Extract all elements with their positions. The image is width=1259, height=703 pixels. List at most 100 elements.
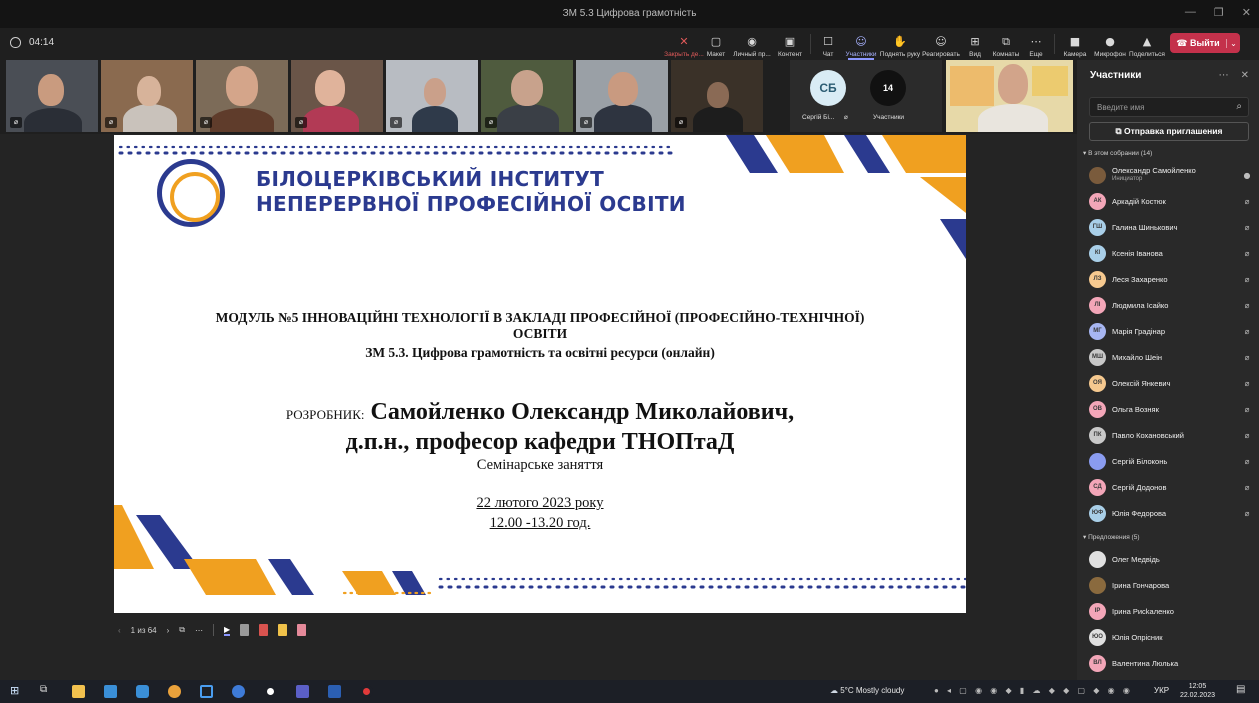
- video-tile[interactable]: ⌀: [386, 60, 478, 132]
- language-indicator[interactable]: УКР: [1154, 686, 1169, 695]
- more-button[interactable]: ⋯ Еще: [1027, 30, 1045, 59]
- maximize-icon[interactable]: ❐: [1214, 6, 1224, 19]
- participant-row[interactable]: Сергій Білоконь ⌀: [1089, 450, 1253, 472]
- avatar: [1089, 550, 1106, 568]
- mic-off-icon: ⌀: [10, 117, 22, 128]
- camera-button[interactable]: ■ Камера: [1062, 30, 1088, 59]
- more-icon[interactable]: ⋯: [1219, 70, 1229, 81]
- participant-row[interactable]: ОЯ Олексій Янкевич ⌀: [1089, 372, 1253, 394]
- snip-tool-icon[interactable]: [200, 685, 213, 698]
- red-pen-icon[interactable]: [259, 624, 269, 636]
- pointer-icon[interactable]: ▶: [224, 625, 231, 636]
- personal-view-button[interactable]: ◉ Личный пр...: [733, 30, 771, 59]
- in-meeting-section-header[interactable]: ▾ В этом собрании (14): [1083, 149, 1152, 157]
- overflow-tile[interactable]: 14 Участники: [866, 60, 942, 132]
- video-tile[interactable]: ⌀: [671, 60, 763, 132]
- participant-row[interactable]: Ірина Гончарова: [1089, 574, 1253, 596]
- view-button[interactable]: ⊞ Вид: [966, 30, 984, 59]
- participant-row[interactable]: ЛІ Людмила Ісайко ⌀: [1089, 294, 1253, 316]
- video-tile[interactable]: ⌀: [481, 60, 573, 132]
- overflow-count: 14: [870, 70, 906, 106]
- participant-row[interactable]: ІР Ірина Рисkаленко: [1089, 600, 1253, 622]
- participant-row[interactable]: КІ Ксенія Іванова ⌀: [1089, 242, 1253, 264]
- start-icon[interactable]: ⊞: [10, 684, 23, 697]
- participant-row[interactable]: АК Аркадій Костюк ⌀: [1089, 190, 1253, 212]
- participant-video: [424, 78, 446, 106]
- participant-name: Валентина Люлька: [1112, 658, 1179, 668]
- content-button[interactable]: ▣ Контент: [776, 30, 804, 59]
- participant-row[interactable]: МШ Михайло Шеін ⌀: [1089, 346, 1253, 368]
- participant-name: Олег Медвідь: [1112, 554, 1160, 564]
- close-icon[interactable]: ✕: [1241, 70, 1249, 81]
- video-tile[interactable]: ⌀: [196, 60, 288, 132]
- view-label: Вид: [969, 51, 981, 58]
- weather-widget[interactable]: ☁ 5°C Mostly cloudy: [830, 686, 904, 695]
- chrome-icon[interactable]: [168, 685, 181, 698]
- previous-slide-icon[interactable]: ‹: [118, 626, 121, 635]
- chevron-down-icon[interactable]: ⌄: [1226, 38, 1240, 48]
- participant-row[interactable]: ГШ Галина Шинькович ⌀: [1089, 216, 1253, 238]
- minimize-icon[interactable]: —: [1185, 6, 1196, 19]
- participant-row[interactable]: ПК Павло Кохановський ⌀: [1089, 424, 1253, 446]
- slide-sorter-icon[interactable]: ⧉: [179, 625, 185, 635]
- pen-icon[interactable]: [240, 624, 250, 636]
- word-icon[interactable]: [328, 685, 341, 698]
- teams-icon[interactable]: [296, 685, 309, 698]
- store-icon[interactable]: [104, 685, 117, 698]
- send-invite-button[interactable]: ⧉ Отправка приглашения: [1089, 122, 1249, 141]
- participant-row[interactable]: Олександр Самойленко Инициатор ●: [1089, 164, 1253, 186]
- participants-button[interactable]: ☺ Участники: [845, 30, 877, 60]
- mic-off-icon: ⌀: [1244, 378, 1250, 388]
- video-tile[interactable]: ⌀: [576, 60, 668, 132]
- participant-row[interactable]: ЛЗ Леся Захаренко ⌀: [1089, 268, 1253, 290]
- participant-row[interactable]: СД Сергій Додонов ⌀: [1089, 476, 1253, 498]
- participant-row[interactable]: ЮФ Юлія Федорова ⌀: [1089, 502, 1253, 524]
- app-icon[interactable]: [232, 685, 245, 698]
- participant-name-block: Юлія Опрісник: [1112, 633, 1253, 642]
- video-tile[interactable]: ⌀: [291, 60, 383, 132]
- participant-name: Ольга Возняк: [1112, 404, 1159, 414]
- next-slide-icon[interactable]: ›: [167, 626, 170, 635]
- avatar: ЛЗ: [1089, 270, 1106, 288]
- notifications-icon[interactable]: ▤: [1236, 684, 1249, 697]
- react-label: Реагировать: [922, 51, 960, 58]
- chat-button[interactable]: ☐ Чат: [818, 30, 838, 59]
- record-icon[interactable]: [264, 685, 277, 698]
- mail-icon[interactable]: [136, 685, 149, 698]
- participant-row[interactable]: МГ Марія Градінар ⌀: [1089, 320, 1253, 342]
- react-button[interactable]: ☺ Реагировать: [922, 30, 960, 59]
- eraser-icon[interactable]: [297, 624, 307, 636]
- microphone-button[interactable]: ● Микрофон: [1094, 30, 1126, 59]
- close-icon[interactable]: ✕: [1242, 6, 1251, 19]
- participant-row[interactable]: ЮО Юлія Опрісник: [1089, 626, 1253, 648]
- more-options-icon[interactable]: ⋯: [195, 626, 203, 635]
- presenter-video-tile[interactable]: [946, 60, 1073, 132]
- video-tile[interactable]: ⌀: [6, 60, 98, 132]
- participant-video: [497, 104, 559, 132]
- rooms-button[interactable]: ⧉ Комнаты: [992, 30, 1020, 59]
- record-icon[interactable]: [360, 685, 373, 698]
- video-tile[interactable]: ⌀: [101, 60, 193, 132]
- participant-name-block: Павло Кохановський: [1112, 431, 1241, 440]
- suggestions-section-header[interactable]: ▾ Предложения (5): [1083, 533, 1140, 541]
- participant-video: [412, 106, 458, 132]
- system-clock[interactable]: 12:05 22.02.2023: [1180, 682, 1215, 700]
- participant-search-input[interactable]: Введите имя ⌕: [1089, 97, 1249, 117]
- avatar-tile[interactable]: СБ Сергій Бі... ⌀: [790, 60, 866, 132]
- participant-name-block: Людмила Ісайко: [1112, 301, 1241, 310]
- task-view-icon[interactable]: ⧉: [40, 684, 53, 697]
- session-time-text: 12.00 -13.20 год.: [489, 515, 591, 531]
- file-explorer-icon[interactable]: [72, 685, 85, 698]
- tray-icons[interactable]: ● ◂ ▢ ◉ ◉ ◆ ▮ ☁ ◆ ◆ ▢ ◆ ◉ ◉: [934, 686, 1133, 695]
- participant-row[interactable]: ВЛ Валентина Люлька: [1089, 652, 1253, 674]
- share-button[interactable]: ▲ Поделиться: [1129, 30, 1165, 59]
- layout-button[interactable]: ▢ Макет: [703, 30, 729, 59]
- leave-button[interactable]: ☎ Выйти ⌄: [1170, 33, 1240, 53]
- participant-row[interactable]: Олег Медвідь: [1089, 548, 1253, 570]
- stop-sharing-button[interactable]: ✕ Закрыть де...: [664, 30, 704, 59]
- raise-hand-button[interactable]: ✋ Поднять руку: [880, 30, 920, 59]
- stripe: [342, 571, 396, 595]
- participant-row[interactable]: ОВ Ольга Возняк ⌀: [1089, 398, 1253, 420]
- participant-video: [24, 108, 82, 132]
- highlighter-icon[interactable]: [278, 624, 288, 636]
